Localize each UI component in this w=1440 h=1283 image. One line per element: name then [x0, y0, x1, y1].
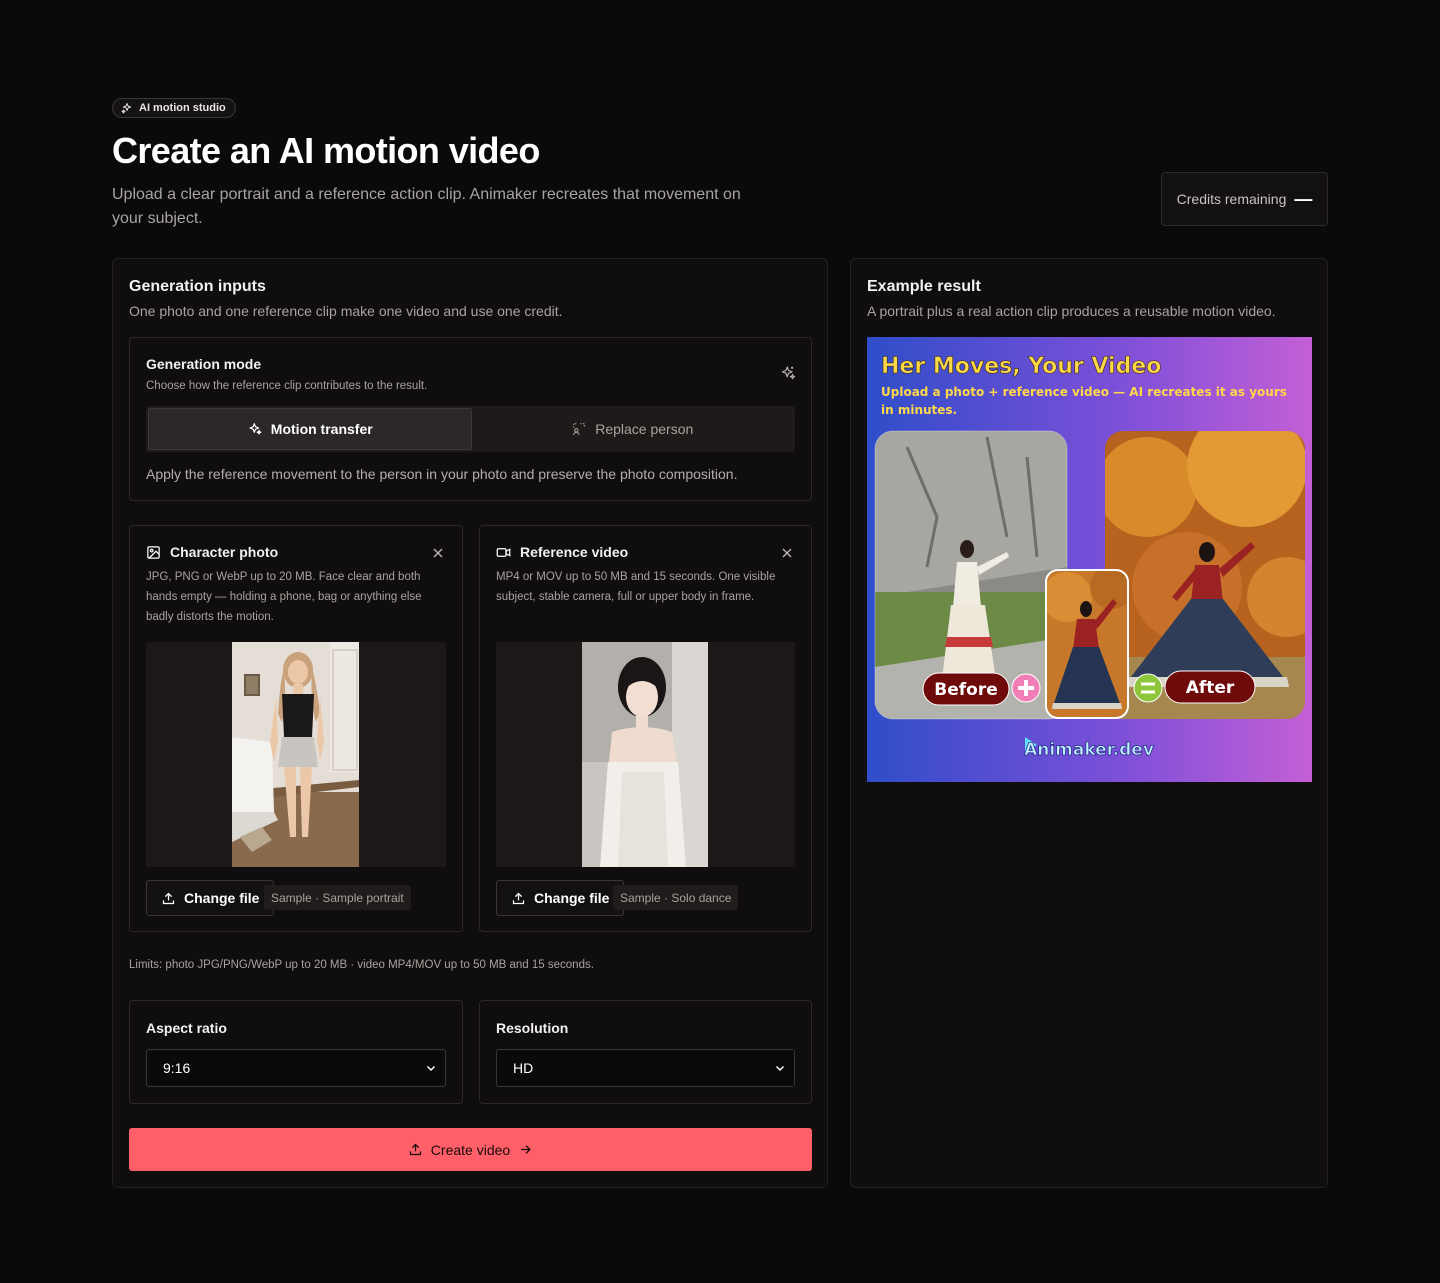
example-result-panel: Example result A portrait plus a real ac…	[850, 258, 1328, 1188]
video-sample-tag: Sample · Solo dance	[613, 885, 739, 910]
example-result-title: Example result	[867, 278, 981, 295]
reference-video-title: Reference video	[520, 544, 629, 560]
tab-replace-person[interactable]: Replace person	[472, 408, 794, 450]
page-subtitle: Upload a clear portrait and a reference …	[112, 186, 741, 227]
sparkle-icon	[781, 366, 796, 380]
after-label: After	[1186, 678, 1235, 698]
sparkle-icon	[249, 423, 262, 435]
aspect-ratio-value: 9:16	[163, 1060, 191, 1076]
reference-video-frame	[582, 642, 708, 867]
change-video-label: Change file	[534, 890, 610, 906]
credits-indicator: Credits remaining —	[1161, 172, 1328, 226]
close-icon[interactable]	[430, 545, 446, 561]
banner-subtitle-line2: in minutes.	[881, 403, 957, 417]
credits-label: Credits remaining	[1176, 191, 1287, 207]
close-icon[interactable]	[779, 545, 795, 561]
resolution-select[interactable]: HD	[496, 1049, 795, 1087]
change-photo-button[interactable]: Change file	[146, 880, 275, 916]
sparkle-icon	[121, 103, 131, 114]
generation-mode-toggle: Motion transfer Replace person	[146, 406, 795, 452]
brand-logo: Animaker.dev	[1024, 740, 1154, 760]
resolution-label: Resolution	[496, 1020, 569, 1036]
aspect-ratio-select[interactable]: 9:16	[146, 1049, 446, 1087]
create-video-label: Create video	[430, 1141, 511, 1158]
page: AI motion studio Create an AI motion vid…	[112, 98, 1328, 1188]
tab-motion-transfer[interactable]: Motion transfer	[148, 408, 472, 450]
upload-icon	[409, 1143, 421, 1156]
banner-title: Her Moves, Your Video	[881, 354, 1161, 379]
tab-motion-transfer-label: Motion transfer	[270, 421, 373, 437]
generation-mode-title: Generation mode	[146, 356, 262, 372]
arrow-right-icon	[521, 1145, 531, 1154]
generation-mode-description: Choose how the reference clip contribute…	[146, 380, 428, 392]
chevron-down-icon	[775, 1065, 785, 1072]
reference-video-card: Reference video MP4 or MOV up to 50 MB a…	[479, 525, 812, 932]
reference-video-description: MP4 or MOV up to 50 MB and 15 seconds. O…	[496, 571, 776, 603]
generation-mode-card: Generation mode Choose how the reference…	[129, 337, 812, 501]
character-photo-preview	[146, 642, 446, 867]
banner-subtitle-line1: Upload a photo + reference video — AI re…	[881, 385, 1287, 399]
generation-mode-note: Apply the reference movement to the pers…	[146, 466, 738, 482]
page-title: Create an AI motion video	[112, 130, 540, 171]
generation-inputs-panel: Generation inputs One photo and one refe…	[112, 258, 828, 1188]
generation-inputs-description: One photo and one reference clip make on…	[129, 303, 563, 319]
character-photo-description: JPG, PNG or WebP up to 20 MB. Face clear…	[146, 571, 422, 623]
change-photo-label: Change file	[184, 890, 260, 906]
upload-limits-note: Limits: photo JPG/PNG/WebP up to 20 MB ·…	[129, 959, 594, 971]
resolution-card: Resolution HD	[479, 1000, 812, 1104]
reference-video-preview	[496, 642, 795, 867]
tab-replace-person-label: Replace person	[595, 421, 694, 437]
chevron-down-icon	[426, 1065, 436, 1072]
character-photo-card: Character photo JPG, PNG or WebP up to 2…	[129, 525, 463, 932]
replace-person-icon	[573, 423, 586, 436]
resolution-value: HD	[513, 1060, 534, 1076]
example-result-description: A portrait plus a real action clip produ…	[867, 303, 1276, 319]
change-video-button[interactable]: Change file	[496, 880, 625, 916]
character-photo-title: Character photo	[170, 544, 279, 560]
before-label: Before	[934, 680, 997, 700]
upload-icon	[512, 892, 525, 904]
generation-inputs-title: Generation inputs	[129, 278, 266, 295]
credits-value: —	[1294, 188, 1313, 209]
portrait-photo	[232, 642, 359, 867]
photo-sample-tag: Sample · Sample portrait	[264, 885, 411, 910]
studio-badge: AI motion studio	[112, 98, 236, 118]
studio-badge-label: AI motion studio	[139, 102, 226, 114]
aspect-ratio-label: Aspect ratio	[146, 1020, 227, 1036]
aspect-ratio-card: Aspect ratio 9:16	[129, 1000, 463, 1104]
video-icon	[496, 547, 511, 557]
create-video-button[interactable]: Create video	[129, 1128, 812, 1171]
example-result-image: Her Moves, Your Video Upload a photo + r…	[867, 337, 1312, 782]
upload-icon	[162, 892, 175, 904]
image-icon	[147, 545, 160, 559]
